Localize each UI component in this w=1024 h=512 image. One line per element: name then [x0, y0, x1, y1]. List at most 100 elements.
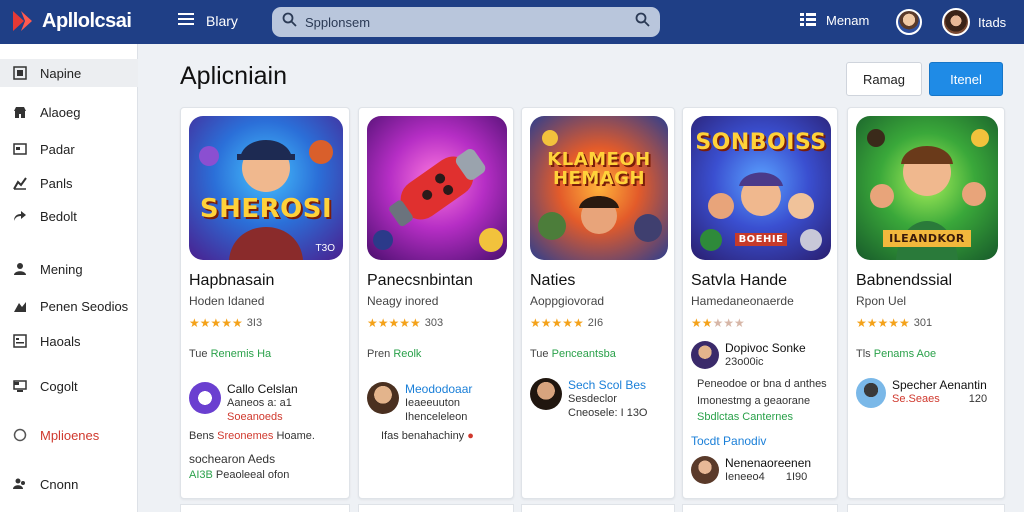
review-line: sochearon Aeds: [189, 452, 276, 466]
app-thumbnail: [367, 116, 507, 260]
review-meta: Aaneos a: a1: [227, 397, 292, 409]
primary-button[interactable]: Itenel: [929, 62, 1003, 96]
app-card-partial[interactable]: [521, 504, 675, 512]
search-bar[interactable]: [272, 7, 660, 37]
sidebar: Napine Alaoeg Padar Panls Bedolt Mening …: [0, 44, 138, 512]
review-text: Soeanoeds: [227, 411, 283, 423]
app-title: Panecsnbintan: [367, 272, 473, 289]
app-card[interactable]: KLAMEOH HEMAGH Naties Aoppgiovorad ★★★★★…: [521, 107, 675, 499]
star-rating-icon: ★★★★★: [367, 316, 421, 330]
search-submit-icon[interactable]: [635, 12, 650, 32]
app-card[interactable]: Panecsnbintan Neagy inored ★★★★★ 303 Pre…: [358, 107, 514, 499]
reviewer-avatar: [367, 382, 399, 414]
sidebar-item-label: Cnonn: [40, 476, 79, 492]
top-bar: Apllolcsai Blary Menam Itads: [0, 0, 1024, 44]
window-icon: [12, 141, 28, 157]
footer-highlight: AI3B: [189, 469, 213, 481]
sidebar-item-napine[interactable]: Napine: [0, 59, 138, 87]
app-developer: Aoppgiovorad: [530, 294, 605, 308]
app-card-partial[interactable]: [358, 504, 514, 512]
sidebar-item-label: Haoals: [40, 333, 81, 349]
sidebar-item-haoals[interactable]: Haoals: [0, 327, 138, 355]
app-card-partial[interactable]: [180, 504, 350, 512]
review-item: Sech Scol Bes Sesdeclor Cneosele: I 13O: [530, 378, 648, 420]
search-input[interactable]: [305, 14, 635, 30]
tag-prefix: Pren: [367, 348, 391, 360]
app-card[interactable]: ILEANDKOR Babnendssial Rpon Uel ★★★★★ 30…: [847, 107, 1005, 499]
store-icon: [12, 104, 28, 120]
members-menu[interactable]: Menam: [800, 12, 869, 29]
list-icon: [800, 12, 816, 29]
rating-count: 3I3: [246, 317, 263, 329]
reaction-icon: ●: [467, 430, 474, 442]
review-meta: 23o00ic: [725, 356, 764, 368]
app-card-partial[interactable]: [847, 504, 1005, 512]
tag-prefix: Tls: [856, 348, 871, 360]
user-menu[interactable]: Itads: [942, 8, 1006, 36]
menu-button[interactable]: Blary: [178, 12, 238, 29]
person-icon: [12, 261, 28, 277]
app-name: Apllolcsai: [42, 9, 132, 32]
tag-link[interactable]: Penams Aoe: [874, 348, 936, 360]
sidebar-item-cogolt[interactable]: Cogolt: [0, 372, 138, 400]
secondary-button[interactable]: Ramag: [846, 62, 922, 96]
reviewer-name: Meododoaar: [405, 382, 473, 396]
thumbnail-badge-text: BOEHIE: [734, 233, 788, 246]
sidebar-item-penen-seodios[interactable]: Penen Seodios: [0, 292, 138, 320]
members-label: Menam: [826, 13, 870, 28]
app-card[interactable]: SHEROSI T3O Hapbnasain Hoden Idaned ★★★★…: [180, 107, 350, 499]
sidebar-item-bedolt[interactable]: Bedolt: [0, 202, 138, 230]
review-item: Meododoaar Ieaeeuuton Ihenceleleon: [367, 382, 472, 424]
sidebar-item-cnonn[interactable]: Cnonn: [0, 470, 138, 498]
app-logo[interactable]: Apllolcsai: [10, 8, 132, 34]
app-card[interactable]: SONBOISS BOEHIE Satvla Hande Hamedaneona…: [682, 107, 838, 499]
review-meta: Se.Seaes 120: [892, 392, 987, 406]
sidebar-item-panls[interactable]: Panls: [0, 169, 138, 197]
sidebar-item-alaoeg[interactable]: Alaoeg: [0, 98, 138, 126]
thumbnail-title: KLAMEOH HEMAGH: [547, 149, 651, 189]
tag-prefix: Tue: [530, 348, 549, 360]
sidebar-item-mening[interactable]: Mening: [0, 255, 138, 283]
app-developer: Hamedaneonaerde: [691, 294, 794, 308]
sidebar-item-label: Penen Seodios: [40, 298, 129, 314]
square-icon: [12, 65, 28, 81]
tag-link[interactable]: Penceantsba: [552, 348, 616, 360]
app-title: Naties: [530, 272, 576, 289]
logo-icon: [10, 8, 36, 34]
app-rating: ★★★★★ 2I6: [530, 316, 603, 330]
sidebar-item-mplioenes[interactable]: Mplioenes: [0, 421, 138, 449]
star-rating-icon: ★★★★★: [530, 316, 584, 330]
app-tag: Tue Renemis Ha: [189, 348, 271, 360]
reviewer-name: Dopivoc Sonke: [725, 341, 806, 355]
reviewer-avatar: [691, 341, 719, 369]
review-item: Callo Celslan Aaneos a: a1 Soeanoeds: [189, 382, 298, 424]
thumbnail-badge: T3O: [315, 243, 335, 254]
reviewer-name: Specher Aenantin: [892, 378, 987, 392]
rating-count: 2I6: [587, 317, 604, 329]
sidebar-item-padar[interactable]: Padar: [0, 135, 138, 163]
review-item: Nenenaoreenen Ieneeo4 1I90: [691, 456, 811, 484]
app-card-partial[interactable]: [682, 504, 838, 512]
review-meta: Ieneeo4 1I90: [725, 470, 811, 484]
tag-link[interactable]: Renemis Ha: [211, 348, 272, 360]
notification-avatar[interactable]: [896, 9, 922, 35]
menu-label: Blary: [206, 12, 238, 29]
tag-link[interactable]: Reolk: [393, 348, 421, 360]
app-developer: Neagy inored: [367, 294, 439, 308]
reviewer-avatar: [691, 456, 719, 484]
sidebar-item-label: Bedolt: [40, 208, 77, 224]
summary-prefix: Ifas: [381, 430, 399, 442]
review-line: Imonestmg a geaorane: [697, 395, 811, 407]
review-meta-text: Ieneeo4: [725, 471, 765, 483]
sidebar-item-label: Napine: [40, 65, 82, 81]
user-avatar: [942, 8, 970, 36]
people-icon: [12, 476, 28, 492]
more-link[interactable]: Tocdt Panodiv: [691, 434, 766, 448]
summary-suffix: d anthes: [784, 378, 827, 390]
app-thumbnail: SHEROSI T3O: [189, 116, 343, 260]
app-developer: Rpon Uel: [856, 294, 907, 308]
reviewer-avatar: [189, 382, 221, 414]
thumbnail-badge: ILEANDKOR: [856, 230, 998, 247]
app-title: Satvla Hande: [691, 272, 788, 289]
app-tag: Pren Reolk: [367, 348, 421, 360]
